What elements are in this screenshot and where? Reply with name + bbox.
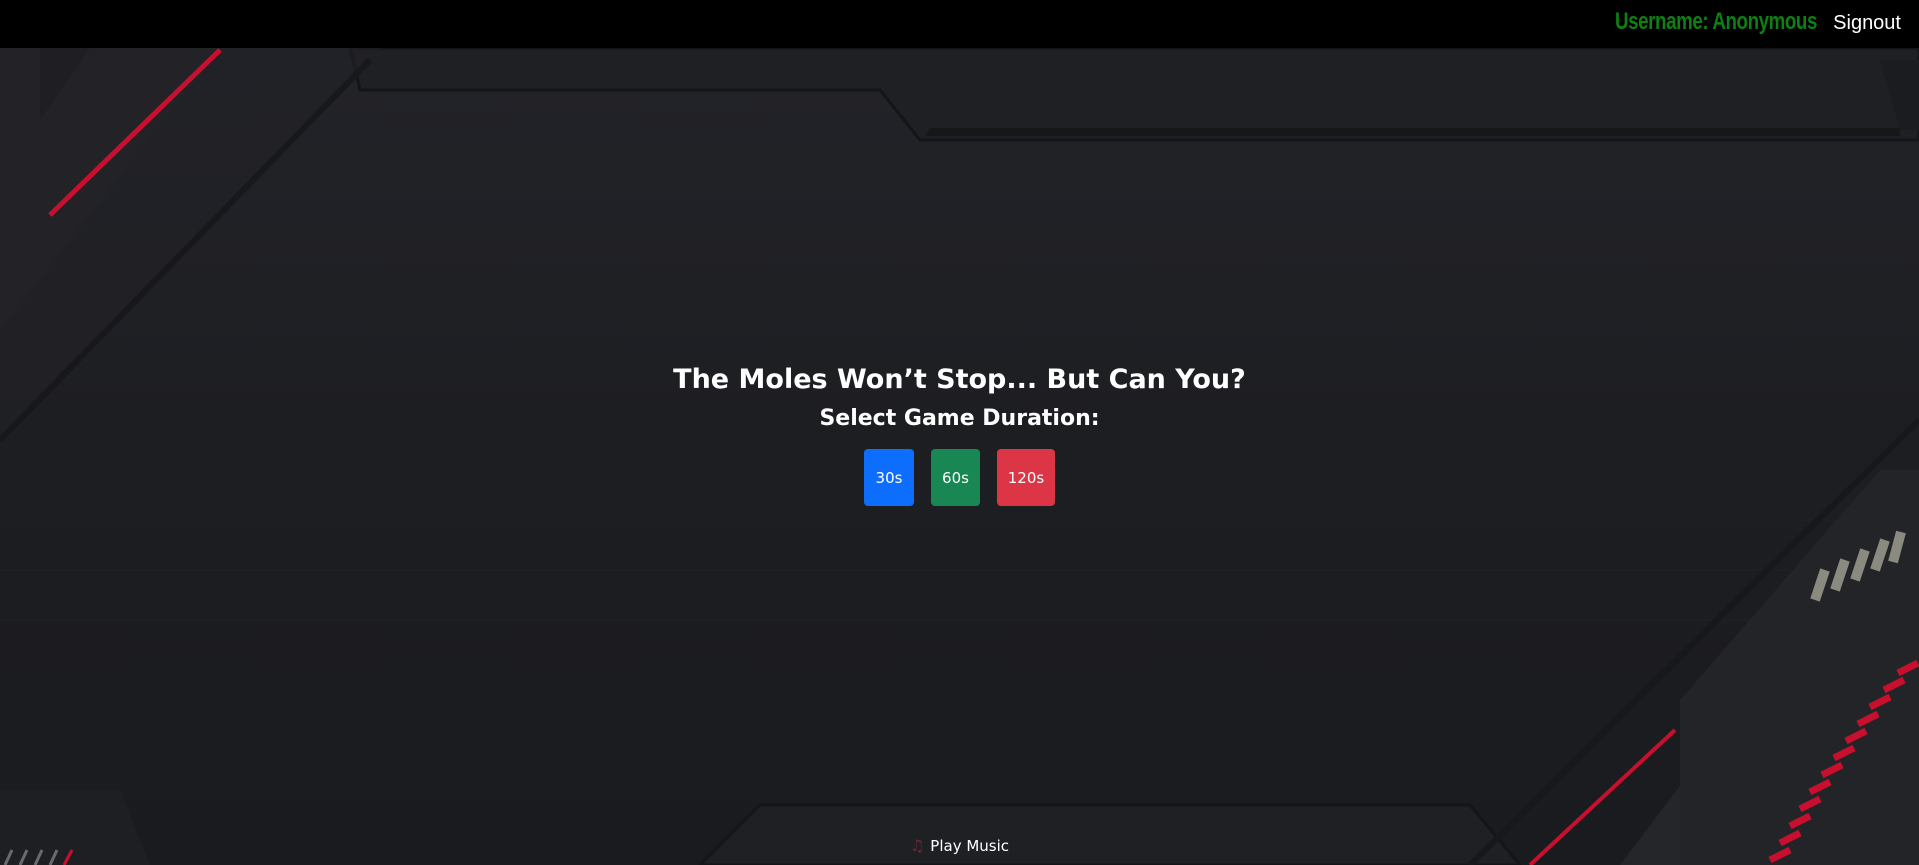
top-navbar: Username: Anonymous Signout — [0, 0, 1919, 48]
page-headline: The Moles Won’t Stop... But Can You? — [673, 364, 1246, 395]
signout-link[interactable]: Signout — [1833, 12, 1901, 35]
username-label: Username: Anonymous — [1614, 8, 1817, 35]
play-music-label: Play Music — [930, 836, 1010, 855]
game-page: Username: Anonymous Signout The Moles Wo… — [0, 0, 1919, 865]
duration-120s-button[interactable]: 120s — [997, 449, 1055, 506]
duration-buttons: 30s 60s 120s — [0, 449, 1919, 506]
play-music-button[interactable]: ♫ Play Music — [910, 836, 1009, 855]
duration-prompt: Select Game Duration: — [819, 406, 1100, 431]
music-note-icon: ♫ — [909, 836, 925, 855]
duration-60s-button[interactable]: 60s — [931, 449, 980, 506]
music-control: ♫ Play Music — [0, 836, 1919, 855]
duration-30s-button[interactable]: 30s — [864, 449, 914, 506]
duration-selector: The Moles Won’t Stop... But Can You? Sel… — [0, 360, 1919, 506]
